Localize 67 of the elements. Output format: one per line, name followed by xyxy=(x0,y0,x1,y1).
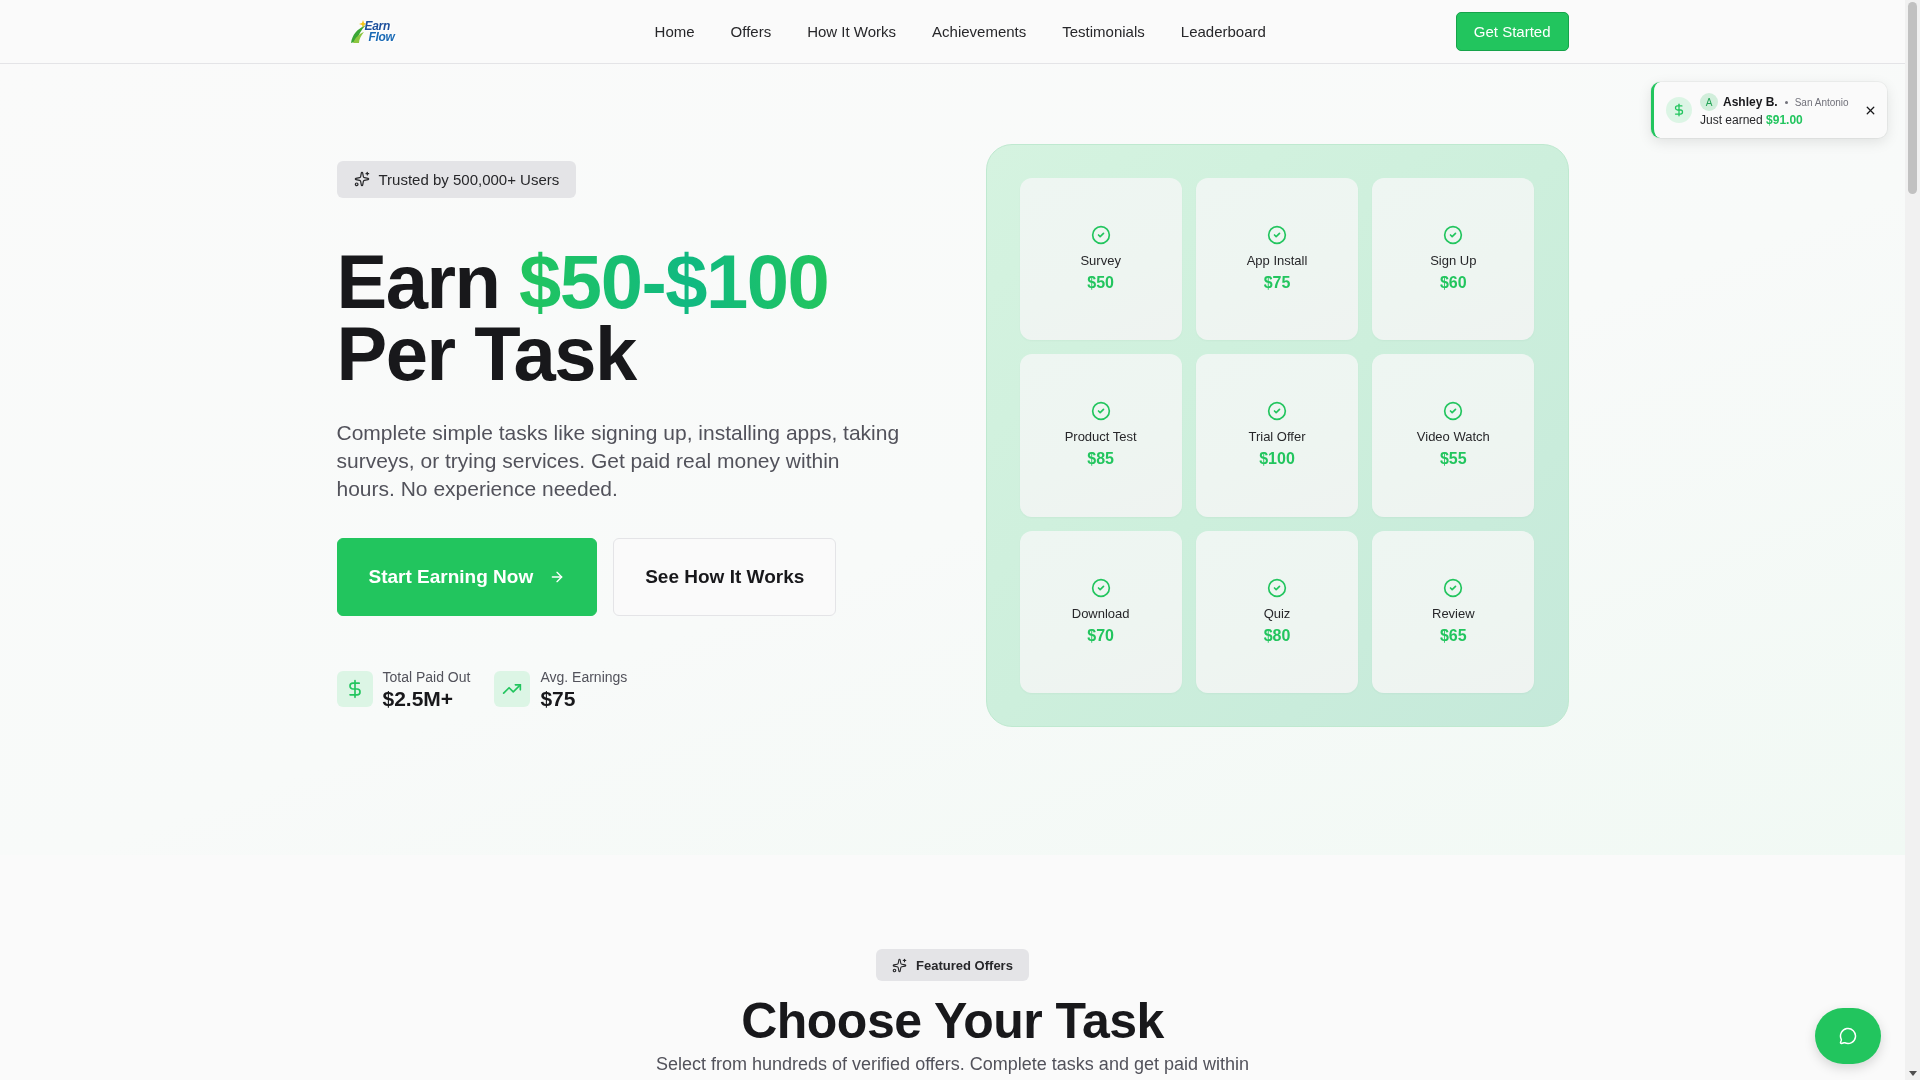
sparkles-icon xyxy=(353,171,370,187)
nav-link[interactable]: Leaderboard xyxy=(1180,23,1266,40)
task-card[interactable]: Review $65 xyxy=(1372,530,1535,693)
dollar-icon xyxy=(336,671,373,707)
check-circle-icon xyxy=(1090,225,1111,246)
nav-link[interactable]: Testimonials xyxy=(1062,23,1145,40)
scrollbar-thumb[interactable] xyxy=(1908,2,1917,194)
badge-text: Trusted by 500,000+ Users xyxy=(378,170,560,188)
sparkles-icon xyxy=(892,957,908,973)
nav-link[interactable]: Home xyxy=(654,23,695,40)
task-card[interactable]: Quiz $80 xyxy=(1195,530,1359,693)
nav-link[interactable]: Achievements xyxy=(932,23,1027,40)
task-name: Review xyxy=(1432,604,1475,623)
section-heading: Choose Your Task xyxy=(741,993,1164,1049)
task-reward: $55 xyxy=(1439,449,1467,470)
badge-text: Featured Offers xyxy=(916,957,1013,973)
task-name: App Install xyxy=(1246,252,1308,271)
user-location: San Antonio xyxy=(1794,96,1849,108)
stat-label: Avg. Earnings xyxy=(540,667,628,686)
stat-value: $2.5M+ xyxy=(382,685,455,711)
task-card[interactable]: Download $70 xyxy=(1019,530,1182,693)
task-reward: $65 xyxy=(1439,625,1467,646)
task-card[interactable]: Trial Offer $100 xyxy=(1195,354,1359,517)
dot-icon xyxy=(1784,100,1788,104)
check-circle-icon xyxy=(1443,577,1464,598)
check-circle-icon xyxy=(1267,225,1287,246)
trending-up-icon xyxy=(494,671,531,707)
task-reward: $80 xyxy=(1263,625,1291,646)
task-reward: $50 xyxy=(1087,273,1114,294)
check-circle-icon xyxy=(1090,577,1111,598)
task-reward: $60 xyxy=(1439,273,1467,294)
task-reward: $70 xyxy=(1087,625,1114,646)
check-circle-icon xyxy=(1267,401,1287,422)
task-name: Quiz xyxy=(1263,604,1291,623)
task-name: Trial Offer xyxy=(1248,428,1306,447)
avatar: A xyxy=(1700,93,1718,111)
hero-heading: Earn $50-$100 Per Task xyxy=(336,245,829,390)
task-card[interactable]: Product Test $85 xyxy=(1019,354,1182,517)
chat-bubble-icon xyxy=(1839,1027,1857,1045)
section-subtitle: Select from hundreds of verified offers. Complete tasks and get paid within xyxy=(656,1053,1249,1075)
how-it-works-button[interactable]: See How It Works xyxy=(613,537,837,616)
task-reward: $85 xyxy=(1087,449,1114,470)
task-name: Video Watch xyxy=(1416,428,1490,447)
check-circle-icon xyxy=(1090,401,1111,422)
nav-link[interactable]: Offers xyxy=(730,23,772,40)
dollar-icon xyxy=(1666,97,1692,123)
check-circle-icon xyxy=(1443,401,1464,422)
scroll-down-arrow-icon[interactable] xyxy=(1908,1071,1917,1076)
notification-message: Just earned $91.00 xyxy=(1700,113,1804,127)
nav-link[interactable]: How It Works xyxy=(807,23,897,40)
check-circle-icon xyxy=(1267,577,1287,598)
stat-label: Total Paid Out xyxy=(382,667,471,686)
task-name: Survey xyxy=(1080,252,1121,271)
task-card[interactable]: Survey $50 xyxy=(1019,178,1182,341)
task-reward: $75 xyxy=(1263,273,1291,294)
task-name: Sign Up xyxy=(1430,252,1477,271)
task-card[interactable]: Sign Up $60 xyxy=(1372,178,1535,341)
hero-description: Complete simple tasks like signing up, installing apps, taking surveys, or trying services. Get paid real money within hours. No experience needed. xyxy=(336,419,901,502)
task-name: Download xyxy=(1071,604,1130,623)
stat-value: $75 xyxy=(540,685,577,711)
check-circle-icon xyxy=(1443,225,1464,246)
task-card[interactable]: App Install $75 xyxy=(1195,178,1359,341)
task-card[interactable]: Video Watch $55 xyxy=(1372,354,1535,517)
logo-text[interactable]: Earn Flow xyxy=(364,20,395,43)
user-name: Ashley B. xyxy=(1723,95,1778,109)
task-name: Product Test xyxy=(1064,428,1137,447)
task-reward: $100 xyxy=(1259,449,1295,470)
